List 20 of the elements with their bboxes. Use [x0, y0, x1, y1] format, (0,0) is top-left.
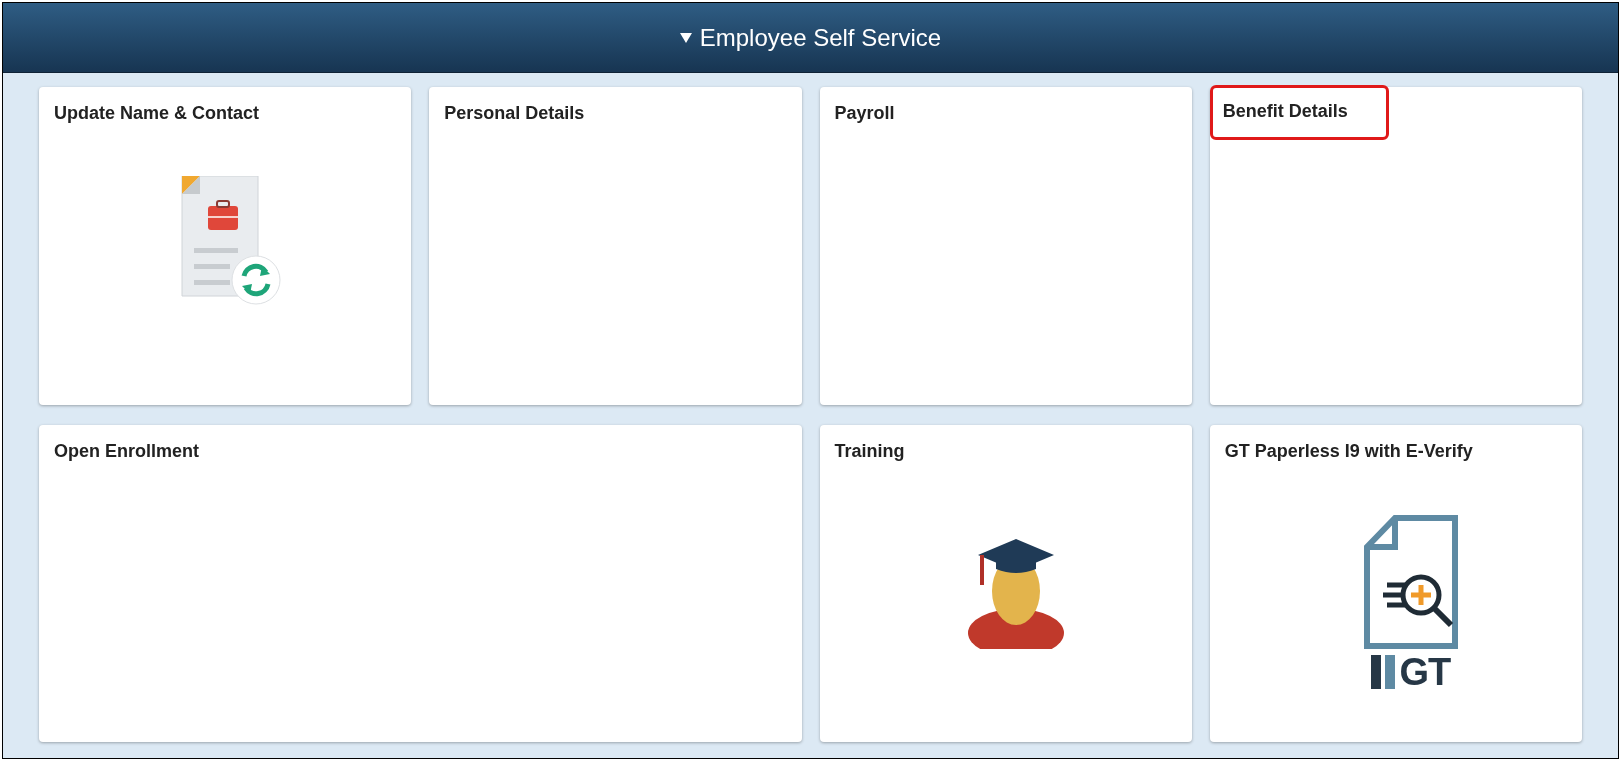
tile-title: GT Paperless I9 with E-Verify	[1223, 439, 1474, 463]
tile[interactable]: Payroll	[819, 87, 1192, 405]
logo-bars-icon	[1371, 655, 1396, 689]
tile[interactable]: Personal Details	[429, 87, 802, 405]
tile-title: Update Name & Contact	[53, 102, 261, 125]
tile-title: Training	[833, 439, 906, 463]
tile-title: Benefit Details	[1209, 85, 1389, 140]
tile[interactable]: Open Enrollment	[39, 424, 802, 742]
tile[interactable]: Training	[819, 424, 1192, 742]
document-refresh-icon	[178, 175, 283, 308]
tile-title: Payroll	[833, 102, 896, 125]
section-header[interactable]: Employee Self Service	[3, 3, 1618, 73]
tile-title: Open Enrollment	[53, 439, 200, 463]
tile[interactable]: Benefit Details	[1209, 87, 1582, 405]
tile-title: Personal Details	[443, 102, 586, 125]
tile[interactable]: Update Name & Contact	[39, 87, 412, 405]
section-title: Employee Self Service	[699, 22, 942, 53]
logo-text: GT	[1399, 653, 1451, 691]
tile[interactable]: GT Paperless I9 with E-Verify GT	[1209, 424, 1582, 742]
caret-icon	[679, 32, 692, 43]
